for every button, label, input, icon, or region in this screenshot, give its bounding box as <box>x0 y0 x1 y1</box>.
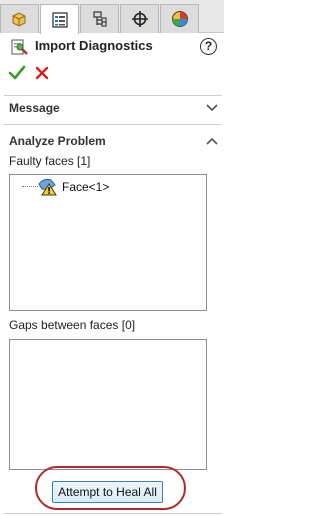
tab-configuration-manager[interactable] <box>80 4 119 33</box>
manager-tab-bar <box>0 0 224 34</box>
message-group-header[interactable]: Message <box>9 101 60 115</box>
tab-feature-manager[interactable] <box>0 4 39 33</box>
ok-checkmark-icon[interactable] <box>8 64 26 82</box>
divider <box>4 124 222 125</box>
import-diagnostics-icon <box>11 39 28 55</box>
faulty-faces-label: Faulty faces [1] <box>9 154 91 168</box>
feature-manager-icon <box>12 12 25 27</box>
tab-display-manager[interactable] <box>160 4 199 33</box>
divider <box>4 95 222 96</box>
display-manager-icon <box>171 11 188 27</box>
divider <box>4 513 222 514</box>
face-warning-icon <box>38 179 57 196</box>
tab-property-manager[interactable] <box>40 4 79 34</box>
help-icon[interactable]: ? <box>200 38 217 55</box>
dimxpert-icon <box>131 11 148 27</box>
configuration-manager-icon <box>92 11 107 27</box>
attempt-to-heal-all-button[interactable]: Attempt to Heal All <box>52 481 163 503</box>
property-manager-icon <box>51 11 68 28</box>
chevron-down-icon[interactable] <box>206 104 218 112</box>
cancel-x-icon[interactable] <box>33 64 51 82</box>
chevron-up-icon[interactable] <box>206 137 218 145</box>
gaps-between-faces-label: Gaps between faces [0] <box>9 318 136 332</box>
property-manager-title: Import Diagnostics <box>35 38 153 53</box>
gaps-between-faces-list[interactable] <box>9 339 207 470</box>
tree-connector <box>22 186 38 187</box>
list-item-face[interactable]: Face<1> <box>62 180 109 194</box>
analyze-problem-group-header[interactable]: Analyze Problem <box>9 134 106 148</box>
tab-dimxpert-manager[interactable] <box>120 4 159 33</box>
